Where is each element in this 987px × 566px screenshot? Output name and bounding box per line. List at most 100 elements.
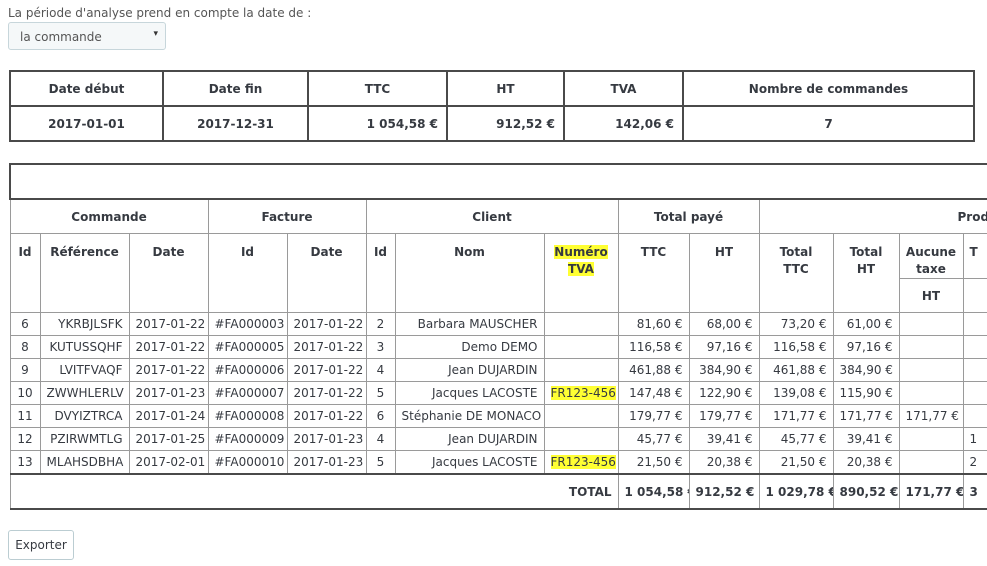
cell-commande-id: 10 (9, 381, 41, 405)
detail-table-container[interactable]: Commande Facture Client Total payé Produ… (9, 163, 987, 525)
cell-facture-id: #FA000007 (207, 381, 288, 405)
col-produits-total-ttc: Total TTC (758, 233, 834, 313)
cell-produits-next (962, 404, 987, 428)
cell-paye-ttc: 21,50 € (617, 450, 690, 475)
cell-commande-id: 11 (9, 404, 41, 428)
cell-produits-total-ttc: 21,50 € (758, 450, 834, 475)
cell-paye-ttc: 147,48 € (617, 381, 690, 405)
cell-client-numero-tva (543, 335, 619, 359)
cell-produits-next (962, 335, 987, 359)
detail-body: 6 YKRBJLSFK 2017-01-22 #FA000003 2017-01… (9, 312, 987, 510)
cell-produits-total-ht: 61,00 € (832, 312, 900, 336)
summary-ht: 912,52 € (446, 105, 565, 142)
period-date-select-value: la commande (20, 30, 102, 44)
total-paye-ttc: 1 054,58 € (617, 473, 690, 510)
summary-nb-commandes: 7 (682, 105, 975, 142)
cell-client-id: 5 (365, 450, 396, 475)
cell-commande-reference: MLAHSDBHA (39, 450, 130, 475)
table-row: 6 YKRBJLSFK 2017-01-22 #FA000003 2017-01… (9, 312, 987, 336)
col-client-numero-tva-line2: TVA (568, 262, 594, 276)
cell-client-numero-tva (543, 358, 619, 382)
cell-commande-reference: ZWWHLERLV (39, 381, 130, 405)
cell-commande-reference: PZIRWMTLG (39, 427, 130, 451)
summary-header-nb-commandes: Nombre de commandes (682, 70, 975, 107)
col-commande-date: Date (128, 233, 209, 313)
export-button[interactable]: Exporter (8, 530, 74, 560)
total-produits-next: 3 (962, 473, 987, 510)
cell-client-id: 4 (365, 358, 396, 382)
cell-facture-date: 2017-01-22 (286, 335, 367, 359)
cell-paye-ttc: 461,88 € (617, 358, 690, 382)
summary-tva: 142,06 € (563, 105, 684, 142)
detail-table: Commande Facture Client Total payé Produ… (9, 163, 987, 510)
col-client-numero-tva: Numéro TVA (543, 233, 619, 313)
cell-produits-next: 1 (962, 427, 987, 451)
col-facture-date: Date (286, 233, 367, 313)
cell-commande-id: 12 (9, 427, 41, 451)
cell-client-id: 3 (365, 335, 396, 359)
cell-client-numero-tva (543, 427, 619, 451)
cell-client-nom: Demo DEMO (394, 335, 545, 359)
group-total-paye: Total payé (617, 198, 760, 234)
period-intro-text: La période d'analyse prend en compte la … (8, 6, 312, 20)
cell-produits-next (962, 381, 987, 405)
cell-produits-total-ttc: 73,20 € (758, 312, 834, 336)
col-produits-aucune-taxe-line2: taxe (916, 262, 946, 276)
summary-header-date-fin: Date fin (162, 70, 309, 107)
cell-commande-reference: KUTUSSQHF (39, 335, 130, 359)
col-produits-total-ht-line1: Total (849, 245, 883, 259)
table-row: 13 MLAHSDBHA 2017-02-01 #FA000010 2017-0… (9, 450, 987, 475)
col-commande-id: Id (9, 233, 41, 313)
cell-client-id: 5 (365, 381, 396, 405)
col-produits-aucune-taxe-ht: HT (898, 278, 964, 313)
table-row: 12 PZIRWMTLG 2017-01-25 #FA000009 2017-0… (9, 427, 987, 451)
cell-client-numero-tva: FR123-456 (543, 450, 619, 475)
group-facture: Facture (207, 198, 367, 234)
tva-number-text: FR123-456 (550, 455, 616, 469)
cell-produits-aucune-taxe (898, 312, 964, 336)
cell-facture-date: 2017-01-23 (286, 427, 367, 451)
chevron-down-icon: ▾ (153, 29, 158, 39)
period-date-select[interactable]: la commande ▾ (8, 22, 166, 50)
cell-client-numero-tva (543, 312, 619, 336)
cell-facture-date: 2017-01-22 (286, 358, 367, 382)
cell-produits-aucune-taxe (898, 381, 964, 405)
cell-produits-total-ht: 20,38 € (832, 450, 900, 475)
cell-facture-date: 2017-01-22 (286, 404, 367, 428)
col-produits-total-ht-line2: HT (856, 262, 876, 276)
cell-commande-id: 8 (9, 335, 41, 359)
col-produits-next-sub (962, 278, 987, 313)
total-produits-total-ttc: 1 029,78 € (758, 473, 834, 510)
total-row: TOTAL 1 054,58 € 912,52 € 1 029,78 € 890… (9, 473, 987, 510)
cell-client-id: 2 (365, 312, 396, 336)
cell-commande-reference: YKRBJLSFK (39, 312, 130, 336)
cell-commande-date: 2017-02-01 (128, 450, 209, 475)
cell-commande-date: 2017-01-24 (128, 404, 209, 428)
summary-table: Date début Date fin TTC HT TVA Nombre de… (9, 70, 975, 142)
cell-facture-id: #FA000009 (207, 427, 288, 451)
summary-header-date-debut: Date début (9, 70, 164, 107)
cell-commande-date: 2017-01-22 (128, 312, 209, 336)
col-produits-total-ht: Total HT (832, 233, 900, 313)
cell-facture-id: #FA000008 (207, 404, 288, 428)
detail-group-row: Commande Facture Client Total payé Produ… (9, 198, 987, 234)
summary-header-ttc: TTC (307, 70, 448, 107)
cell-paye-ttc: 116,58 € (617, 335, 690, 359)
cell-produits-total-ttc: 116,58 € (758, 335, 834, 359)
cell-client-id: 4 (365, 427, 396, 451)
group-client: Client (365, 198, 619, 234)
cell-produits-aucune-taxe (898, 335, 964, 359)
cell-client-id: 6 (365, 404, 396, 428)
summary-ttc: 1 054,58 € (307, 105, 448, 142)
cell-facture-id: #FA000006 (207, 358, 288, 382)
cell-produits-aucune-taxe: 171,77 € (898, 404, 964, 428)
detail-column-row: Id Référence Date Id Date Id Nom Numéro … (9, 233, 987, 313)
cell-client-numero-tva (543, 404, 619, 428)
cell-facture-date: 2017-01-23 (286, 450, 367, 475)
cell-client-numero-tva: FR123-456 (543, 381, 619, 405)
table-row: 9 LVITFVAQF 2017-01-22 #FA000006 2017-01… (9, 358, 987, 382)
total-paye-ht: 912,52 € (688, 473, 760, 510)
cell-paye-ttc: 179,77 € (617, 404, 690, 428)
cell-produits-aucune-taxe (898, 450, 964, 475)
cell-produits-next (962, 358, 987, 382)
